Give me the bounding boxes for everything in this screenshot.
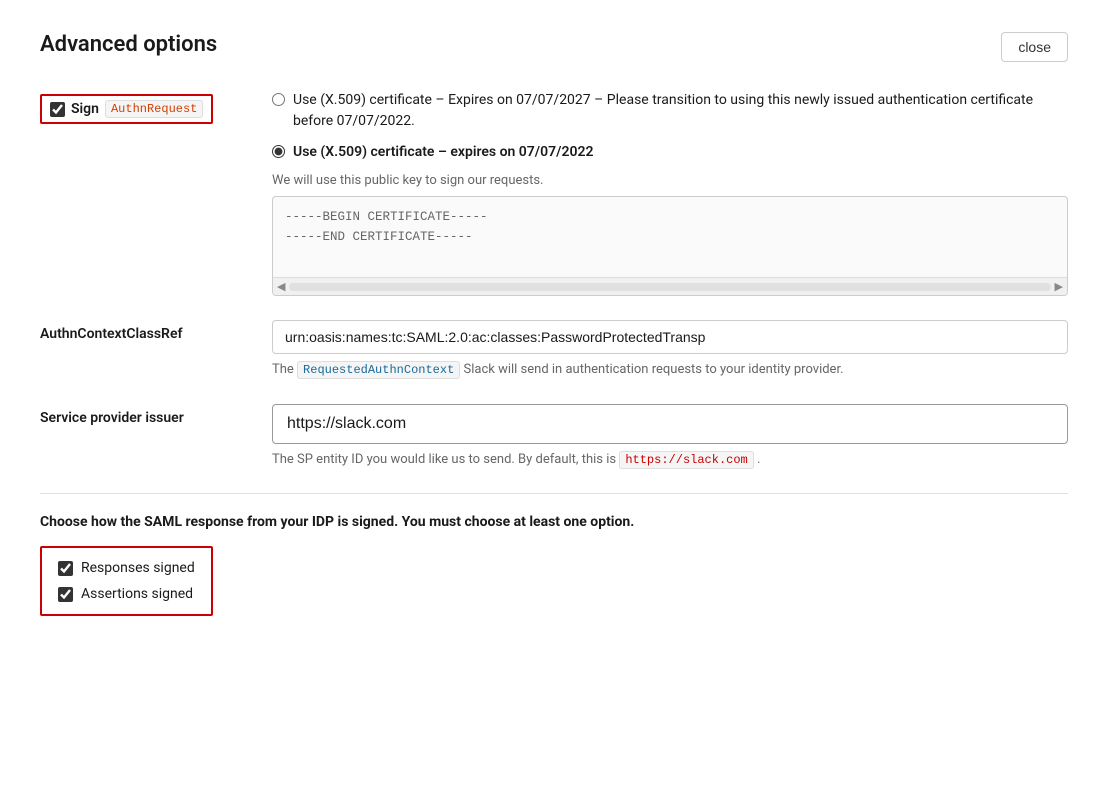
responses-signed-checkbox[interactable]: [58, 561, 73, 576]
authn-context-label: AuthnContextClassRef: [40, 320, 240, 342]
sign-label-text: Sign: [71, 101, 99, 117]
header: Advanced options close: [40, 32, 1068, 62]
cert-option-1: Use (X.509) certificate – Expires on 07/…: [272, 90, 1068, 132]
assertions-signed-checkbox[interactable]: [58, 587, 73, 602]
saml-heading: Choose how the SAML response from your I…: [40, 514, 1068, 530]
cert-scrollbar: ◀ ▶: [273, 277, 1067, 295]
responses-signed-option: Responses signed: [58, 560, 195, 576]
cert-content: -----BEGIN CERTIFICATE----- -----END CER…: [273, 197, 1067, 277]
page-title: Advanced options: [40, 32, 217, 57]
cert-label-2: Use (X.509) certificate – expires on 07/…: [293, 142, 593, 163]
saml-signing-section: Choose how the SAML response from your I…: [40, 514, 1068, 616]
sign-authn-row: Sign AuthnRequest Use (X.509) certificat…: [40, 90, 1068, 296]
authn-context-input[interactable]: [272, 320, 1068, 354]
cert-radio-2[interactable]: [272, 145, 285, 158]
signing-options-box: Responses signed Assertions signed: [40, 546, 213, 616]
cert-hint: We will use this public key to sign our …: [272, 173, 1068, 188]
assertions-signed-label: Assertions signed: [81, 586, 193, 602]
authn-request-tag: AuthnRequest: [105, 100, 203, 118]
cert-box: -----BEGIN CERTIFICATE----- -----END CER…: [272, 196, 1068, 296]
slack-url-tag: https://slack.com: [619, 451, 753, 469]
sign-label-area: Sign AuthnRequest: [40, 90, 240, 124]
requested-authn-context-tag: RequestedAuthnContext: [297, 361, 460, 379]
sign-authn-checkbox[interactable]: [50, 102, 65, 117]
section-divider: [40, 493, 1068, 494]
authn-context-content: The RequestedAuthnContext Slack will sen…: [272, 320, 1068, 380]
cert-radio-1[interactable]: [272, 93, 285, 106]
service-provider-content: The SP entity ID you would like us to se…: [272, 404, 1068, 470]
cert-label-1: Use (X.509) certificate – Expires on 07/…: [293, 90, 1068, 132]
scroll-left-icon[interactable]: ◀: [277, 280, 285, 293]
certificate-options: Use (X.509) certificate – Expires on 07/…: [272, 90, 1068, 296]
assertions-signed-option: Assertions signed: [58, 586, 195, 602]
service-provider-hint: The SP entity ID you would like us to se…: [272, 450, 1068, 470]
cert-option-2: Use (X.509) certificate – expires on 07/…: [272, 142, 1068, 163]
service-provider-row: Service provider issuer The SP entity ID…: [40, 404, 1068, 470]
scroll-track: [289, 283, 1050, 291]
authn-context-row: AuthnContextClassRef The RequestedAuthnC…: [40, 320, 1068, 380]
close-button[interactable]: close: [1001, 32, 1068, 62]
service-provider-label: Service provider issuer: [40, 404, 240, 426]
sign-authn-label-box: Sign AuthnRequest: [40, 94, 213, 124]
scroll-right-icon[interactable]: ▶: [1055, 280, 1063, 293]
service-provider-input[interactable]: [272, 404, 1068, 444]
responses-signed-label: Responses signed: [81, 560, 195, 576]
advanced-options-panel: Advanced options close Sign AuthnRequest…: [0, 0, 1108, 811]
authn-context-hint: The RequestedAuthnContext Slack will sen…: [272, 360, 1068, 380]
